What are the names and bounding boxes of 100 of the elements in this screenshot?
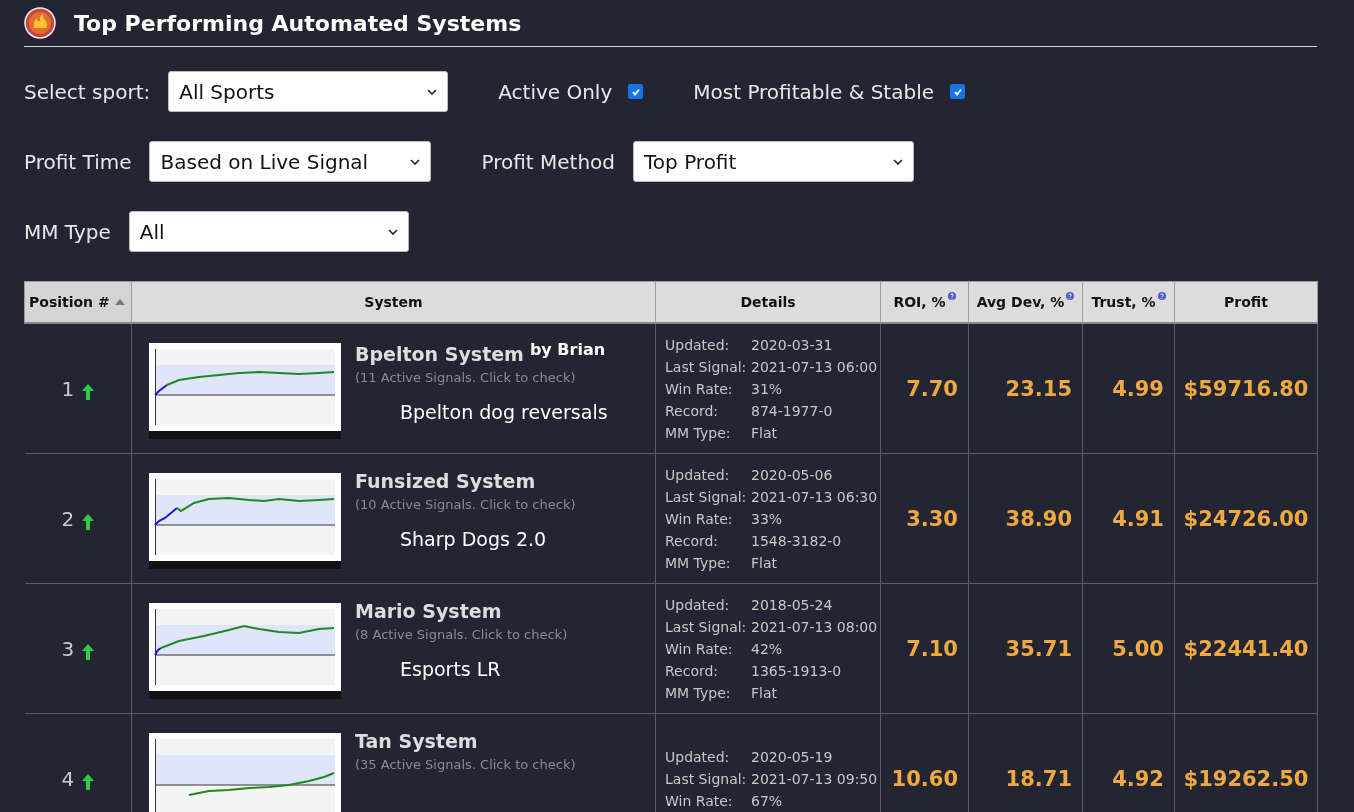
avg-dev-value: 38.90 — [1005, 506, 1072, 531]
dropdown-select[interactable]: All Sports — [168, 71, 449, 112]
detail-label: Last Signal: — [665, 357, 748, 377]
active-signals-link[interactable]: (35 Active Signals. Click to check) — [355, 756, 645, 774]
detail-value: 2020-05-06 — [751, 465, 833, 485]
detail-value: 1548-3182-0 — [751, 531, 842, 551]
up-arrow-icon — [82, 773, 95, 790]
system-name-link[interactable]: Mario System — [355, 599, 502, 622]
chevron-down-icon — [893, 158, 904, 165]
detail-value: 2020-05-19 — [751, 747, 833, 767]
page-title: Top Performing Automated Systems — [74, 10, 522, 36]
active-signals-link[interactable]: (10 Active Signals. Click to check) — [355, 496, 645, 514]
avg-dev-value: 18.71 — [1005, 766, 1072, 791]
checkbox[interactable] — [628, 84, 644, 99]
position-number: 1 — [61, 376, 75, 401]
column-header[interactable]: Avg Dev, % — [968, 281, 1083, 323]
checkmark-icon — [952, 86, 963, 97]
detail-label: Record: — [665, 401, 720, 421]
column-header[interactable]: System — [131, 281, 656, 323]
chevron-down-icon — [387, 228, 398, 235]
trust-value: 4.99 — [1112, 376, 1164, 401]
detail-label: MM Type: — [665, 423, 732, 443]
detail-label: Win Rate: — [665, 379, 734, 399]
detail-value: Flat — [751, 423, 777, 443]
trust-value: 4.92 — [1112, 766, 1164, 791]
detail-label: Last Signal: — [665, 487, 748, 507]
active-signals-link[interactable]: (11 Active Signals. Click to check) — [355, 369, 645, 387]
detail-label: Updated: — [665, 595, 731, 615]
detail-value: 2021-07-13 08:00 — [751, 617, 878, 637]
column-header[interactable]: Trust, % — [1082, 281, 1175, 323]
detail-value: 33% — [751, 509, 783, 529]
trust-value: 5.00 — [1112, 636, 1164, 661]
detail-label: Last Signal: — [665, 769, 748, 789]
filter-label: MM Type — [24, 219, 111, 244]
profit-chart-thumbnail[interactable] — [149, 602, 341, 699]
detail-value: 31% — [751, 379, 783, 399]
roi-value: 10.60 — [891, 766, 958, 791]
detail-value: 2021-07-13 06:30 — [751, 487, 878, 507]
detail-label: Updated: — [665, 747, 731, 767]
checkbox-label: Active Only — [498, 79, 613, 104]
detail-value: 2018-05-24 — [751, 595, 833, 615]
avg-dev-value: 23.15 — [1005, 376, 1072, 401]
checkbox-label: Most Profitable & Stable — [693, 79, 935, 104]
position-number: 3 — [61, 636, 75, 661]
active-signals-link[interactable]: (8 Active Signals. Click to check) — [355, 626, 645, 644]
system-name-link[interactable]: Bpelton System — [355, 342, 524, 365]
dropdown-select[interactable]: Top Profit — [633, 141, 915, 182]
position-number: 2 — [61, 506, 75, 531]
roi-value: 7.70 — [906, 376, 958, 401]
detail-label: Last Signal: — [665, 617, 748, 637]
profit-chart-thumbnail[interactable] — [149, 342, 341, 439]
strategy-name: Esports LR — [400, 657, 502, 680]
chevron-down-icon — [410, 158, 421, 165]
roi-value: 7.10 — [906, 636, 958, 661]
author-name: by Brian — [529, 339, 606, 359]
profit-value: $59716.80 — [1183, 376, 1309, 401]
detail-value: 2020-03-31 — [751, 335, 833, 355]
detail-value: 2021-07-13 06:00 — [751, 357, 878, 377]
system-name-link[interactable]: Funsized System — [355, 469, 536, 492]
detail-label: Updated: — [665, 465, 731, 485]
system-name-link[interactable]: Tan System — [355, 729, 478, 752]
detail-value: 2021-07-13 09:50 — [751, 769, 878, 789]
detail-value: 1365-1913-0 — [751, 661, 842, 681]
help-icon[interactable] — [1157, 292, 1166, 300]
detail-value: 67% — [751, 791, 783, 811]
dropdown-select[interactable]: All — [128, 211, 409, 252]
column-header[interactable]: ROI, % — [880, 281, 969, 323]
strategy-name: Sharp Dogs 2.0 — [400, 527, 548, 550]
detail-label: MM Type: — [665, 553, 732, 573]
detail-label: Win Rate: — [665, 639, 734, 659]
detail-label: Win Rate: — [665, 791, 734, 811]
detail-value: Flat — [751, 553, 777, 573]
up-arrow-icon — [82, 383, 95, 400]
roi-value: 3.30 — [906, 506, 958, 531]
profit-value: $19262.50 — [1183, 766, 1309, 791]
profit-chart-thumbnail[interactable] — [149, 472, 341, 569]
filter-label: Profit Method — [481, 149, 616, 174]
detail-label: Record: — [665, 531, 720, 551]
profit-value: $22441.40 — [1183, 636, 1309, 661]
position-number: 4 — [61, 766, 75, 791]
dropdown-select[interactable]: Based on Live Signal — [149, 141, 432, 182]
strategy-name: Bpelton dog reversals — [400, 400, 609, 423]
avg-dev-value: 35.71 — [1005, 636, 1072, 661]
detail-label: Win Rate: — [665, 509, 734, 529]
column-header[interactable]: Position # — [24, 281, 132, 323]
filter-label: Select sport: — [24, 79, 151, 104]
trust-value: 4.91 — [1112, 506, 1164, 531]
checkbox[interactable] — [950, 84, 966, 99]
up-arrow-icon — [82, 643, 95, 660]
detail-value: 874-1977-0 — [751, 401, 833, 421]
detail-label: MM Type: — [665, 683, 732, 703]
detail-value: 42% — [751, 639, 783, 659]
column-header[interactable]: Details — [655, 281, 881, 323]
help-icon[interactable] — [947, 292, 956, 300]
profit-value: $24726.00 — [1183, 506, 1309, 531]
checkmark-icon — [630, 86, 641, 97]
help-icon[interactable] — [1066, 292, 1075, 300]
chevron-down-icon — [427, 88, 438, 95]
column-header[interactable]: Profit — [1174, 281, 1318, 323]
profit-chart-thumbnail[interactable] — [149, 732, 341, 812]
